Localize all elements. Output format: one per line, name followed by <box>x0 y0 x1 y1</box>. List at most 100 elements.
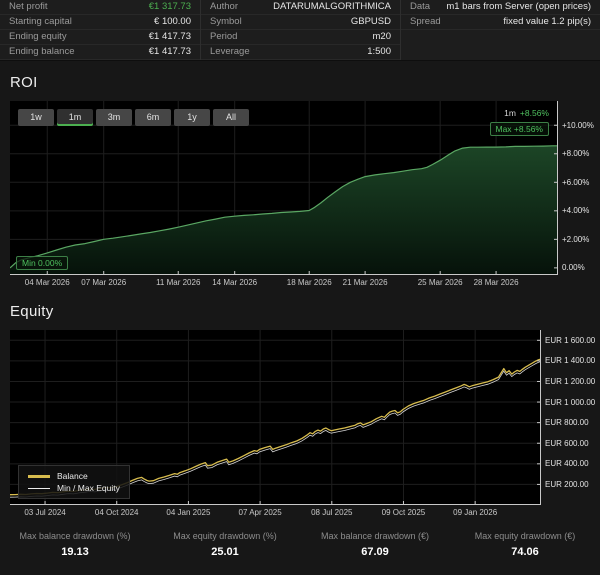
summary-label: Leverage <box>210 45 250 59</box>
summary-value: €1 417.73 <box>149 45 191 59</box>
range-button-1w[interactable]: 1w <box>18 109 54 126</box>
y-tick-label: EUR 200.00 <box>545 480 589 489</box>
drawdown-stats: Max balance drawdown (%) 19.13 Max equit… <box>0 531 600 558</box>
y-tick-label: EUR 400.00 <box>545 459 589 468</box>
roi-current-period: 1m <box>504 108 516 118</box>
summary-value-leverage: 1:500 <box>367 45 391 59</box>
y-tick-label: EUR 600.00 <box>545 439 589 448</box>
balance-line-swatch-icon <box>28 475 50 478</box>
stat-value: 25.01 <box>150 546 300 558</box>
equity-y-axis: EUR 1 600.00 EUR 1 400.00 EUR 1 200.00 EUR … <box>541 330 600 505</box>
range-button-all[interactable]: All <box>213 109 249 126</box>
stat-label: Max equity drawdown (€) <box>450 531 600 541</box>
summary-row: Leverage 1:500 <box>201 45 400 60</box>
summary-row: Author DATARUMALGORITHMICA <box>201 0 400 15</box>
summary-col-profit: Net profit €1 317.73 Starting capital € … <box>0 0 200 60</box>
y-tick-label: +8.00% <box>562 149 589 158</box>
y-tick-label: +6.00% <box>562 178 589 187</box>
y-tick-label: EUR 1 400.00 <box>545 356 595 365</box>
legend-item-balance: Balance <box>28 470 120 482</box>
roi-section-title: ROI <box>10 74 600 91</box>
x-tick-label: 07 Mar 2026 <box>81 278 126 287</box>
y-tick-label: +4.00% <box>562 206 589 215</box>
summary-row: Spread fixed value 1.2 pip(s) <box>401 15 600 30</box>
x-tick-label: 18 Mar 2026 <box>287 278 332 287</box>
x-tick-label: 14 Mar 2026 <box>212 278 257 287</box>
x-tick-label: 04 Oct 2024 <box>95 508 139 517</box>
summary-col-strategy: Author DATARUMALGORITHMICA Symbol GBPUSD… <box>200 0 400 60</box>
roi-x-axis: 04 Mar 2026 07 Mar 2026 11 Mar 2026 14 Mar … <box>10 275 558 290</box>
x-tick-label: 08 Jul 2025 <box>311 508 352 517</box>
stat-label: Max equity drawdown (%) <box>150 531 300 541</box>
summary-value-symbol: GBPUSD <box>351 15 391 29</box>
stat-max-balance-drawdown-eur: Max balance drawdown (€) 67.09 <box>300 531 450 558</box>
x-tick-label: 04 Jan 2025 <box>166 508 210 517</box>
x-tick-label: 04 Mar 2026 <box>25 278 70 287</box>
summary-value-author: DATARUMALGORITHMICA <box>273 0 391 14</box>
equity-plot-area: Balance Min / Max Equity <box>10 330 541 505</box>
range-button-1y[interactable]: 1y <box>174 109 210 126</box>
roi-current-percent: +8.56% <box>520 108 549 118</box>
roi-range-buttons: 1w 1m 3m 6m 1y All <box>18 109 249 126</box>
summary-label: Author <box>210 0 238 14</box>
roi-current-value: 1m +8.56% <box>504 108 549 118</box>
roi-plot-area: 1w 1m 3m 6m 1y All 1m +8.56% Max +8.56% M… <box>10 101 558 275</box>
y-tick-label: EUR 1 200.00 <box>545 377 595 386</box>
summary-label: Ending equity <box>9 30 67 44</box>
range-button-1m[interactable]: 1m <box>57 109 93 126</box>
stat-value: 67.09 <box>300 546 450 558</box>
summary-col-data: Data m1 bars from Server (open prices) S… <box>400 0 600 60</box>
summary-row: Starting capital € 100.00 <box>0 15 200 30</box>
legend-label: Balance <box>57 471 88 481</box>
equity-legend: Balance Min / Max Equity <box>18 465 130 499</box>
roi-chart-canvas <box>10 101 558 275</box>
range-button-6m[interactable]: 6m <box>135 109 171 126</box>
legend-label: Min / Max Equity <box>57 483 120 493</box>
y-tick-label: +10.00% <box>562 121 594 130</box>
stat-label: Max balance drawdown (%) <box>0 531 150 541</box>
y-tick-label: EUR 1 600.00 <box>545 336 595 345</box>
x-tick-label: 28 Mar 2026 <box>474 278 519 287</box>
x-tick-label: 09 Jan 2026 <box>453 508 497 517</box>
summary-row: Ending balance €1 417.73 <box>0 45 200 60</box>
summary-label: Spread <box>410 15 441 29</box>
summary-label: Starting capital <box>9 15 72 29</box>
stat-max-balance-drawdown-pct: Max balance drawdown (%) 19.13 <box>0 531 150 558</box>
roi-chart: 1w 1m 3m 6m 1y All 1m +8.56% Max +8.56% M… <box>10 101 600 275</box>
stat-max-equity-drawdown-pct: Max equity drawdown (%) 25.01 <box>150 531 300 558</box>
summary-value-net-profit: €1 317.73 <box>149 0 191 14</box>
summary-row: Symbol GBPUSD <box>201 15 400 30</box>
summary-row: Net profit €1 317.73 <box>0 0 200 15</box>
x-tick-label: 21 Mar 2026 <box>343 278 388 287</box>
stat-value: 74.06 <box>450 546 600 558</box>
x-tick-label: 11 Mar 2026 <box>156 278 200 287</box>
summary-value-spread: fixed value 1.2 pip(s) <box>503 15 591 29</box>
y-tick-label: +2.00% <box>562 235 589 244</box>
summary-label: Symbol <box>210 15 242 29</box>
x-tick-label: 03 Jul 2024 <box>24 508 65 517</box>
equity-x-axis: 03 Jul 2024 04 Oct 2024 04 Jan 2025 07 Apr … <box>10 505 541 520</box>
summary-label: Period <box>210 30 237 44</box>
stat-max-equity-drawdown-eur: Max equity drawdown (€) 74.06 <box>450 531 600 558</box>
roi-min-badge: Min 0.00% <box>16 256 68 270</box>
roi-y-axis: +10.00% +8.00% +6.00% +4.00% +2.00% 0.00% <box>558 101 600 275</box>
summary-value-data: m1 bars from Server (open prices) <box>446 0 591 14</box>
equity-chart: Balance Min / Max Equity EUR 1 600.00EUR… <box>10 330 600 505</box>
x-tick-label: 07 Apr 2025 <box>239 508 282 517</box>
summary-label: Ending balance <box>9 45 75 59</box>
equity-section-title: Equity <box>10 303 600 320</box>
summary-label: Net profit <box>9 0 48 14</box>
summary-row: Data m1 bars from Server (open prices) <box>401 0 600 15</box>
summary-value-period: m20 <box>373 30 391 44</box>
stat-label: Max balance drawdown (€) <box>300 531 450 541</box>
summary-row: Ending equity €1 417.73 <box>0 30 200 45</box>
y-tick-label: 0.00% <box>562 263 585 272</box>
legend-item-minmax-equity: Min / Max Equity <box>28 482 120 494</box>
roi-max-badge: Max +8.56% <box>490 122 550 136</box>
x-tick-label: 09 Oct 2025 <box>382 508 426 517</box>
stat-value: 19.13 <box>0 546 150 558</box>
y-tick-label: EUR 1 000.00 <box>545 398 595 407</box>
minmax-line-swatch-icon <box>28 488 50 489</box>
summary-value: € 100.00 <box>154 15 191 29</box>
range-button-3m[interactable]: 3m <box>96 109 132 126</box>
